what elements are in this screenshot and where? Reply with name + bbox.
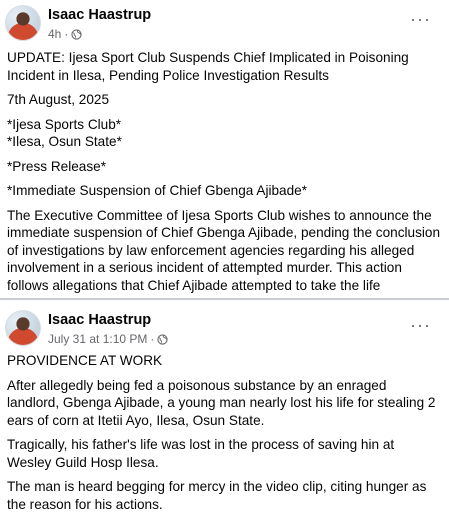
post-paragraph: *Press Release* (7, 158, 106, 174)
globe-icon (157, 333, 169, 345)
post-paragraph: *Ilesa, Osun State* (7, 134, 122, 149)
more-options-icon[interactable]: ··· (410, 10, 431, 28)
post-paragraph: *Ijesa Sports Club* (7, 116, 122, 132)
globe-icon (71, 28, 82, 40)
meta-separator: · (64, 27, 69, 41)
post-paragraph: The man is heard begging for mercy in th… (7, 479, 427, 512)
post-time[interactable]: July 31 at 1:10 PM (48, 332, 147, 346)
post-time[interactable]: 4h (48, 27, 61, 41)
post-meta: July 31 at 1:10 PM · (48, 332, 169, 346)
post-header: Isaac Haastrup July 31 at 1:10 PM · ··· (0, 302, 449, 352)
post-paragraph: 7th August, 2025 (7, 92, 110, 107)
post-paragraph: *Immediate Suspension of Chief Gbenga Aj… (7, 183, 308, 198)
post-divider (0, 298, 449, 300)
meta-separator: · (150, 332, 155, 346)
avatar[interactable] (5, 5, 41, 41)
post-paragraph: PROVIDENCE AT WORK (7, 353, 163, 368)
post-header: Isaac Haastrup 4h · ··· (0, 0, 449, 50)
author-name[interactable]: Isaac Haastrup (48, 7, 151, 23)
post-body: PROVIDENCE AT WORK After allegedly being… (7, 352, 441, 520)
avatar[interactable] (5, 310, 41, 346)
post-paragraph: The Executive Committee of Ijesa Sports … (7, 207, 441, 293)
author-name[interactable]: Isaac Haastrup (48, 312, 151, 328)
post-body: UPDATE: Ijesa Sport Club Suspends Chief … (7, 49, 441, 300)
post-meta: 4h · (48, 27, 82, 41)
post-1: Isaac Haastrup 4h · ··· UPDATE: Ijesa Sp… (0, 0, 449, 300)
more-options-icon[interactable]: ··· (410, 316, 431, 334)
post-paragraph: Tragically, his father's life was lost i… (7, 437, 395, 470)
post-paragraph: UPDATE: Ijesa Sport Club Suspends Chief … (7, 50, 409, 83)
post-2: Isaac Haastrup July 31 at 1:10 PM · ··· … (0, 302, 449, 522)
post-paragraph: After allegedly being fed a poisonous su… (7, 377, 436, 428)
